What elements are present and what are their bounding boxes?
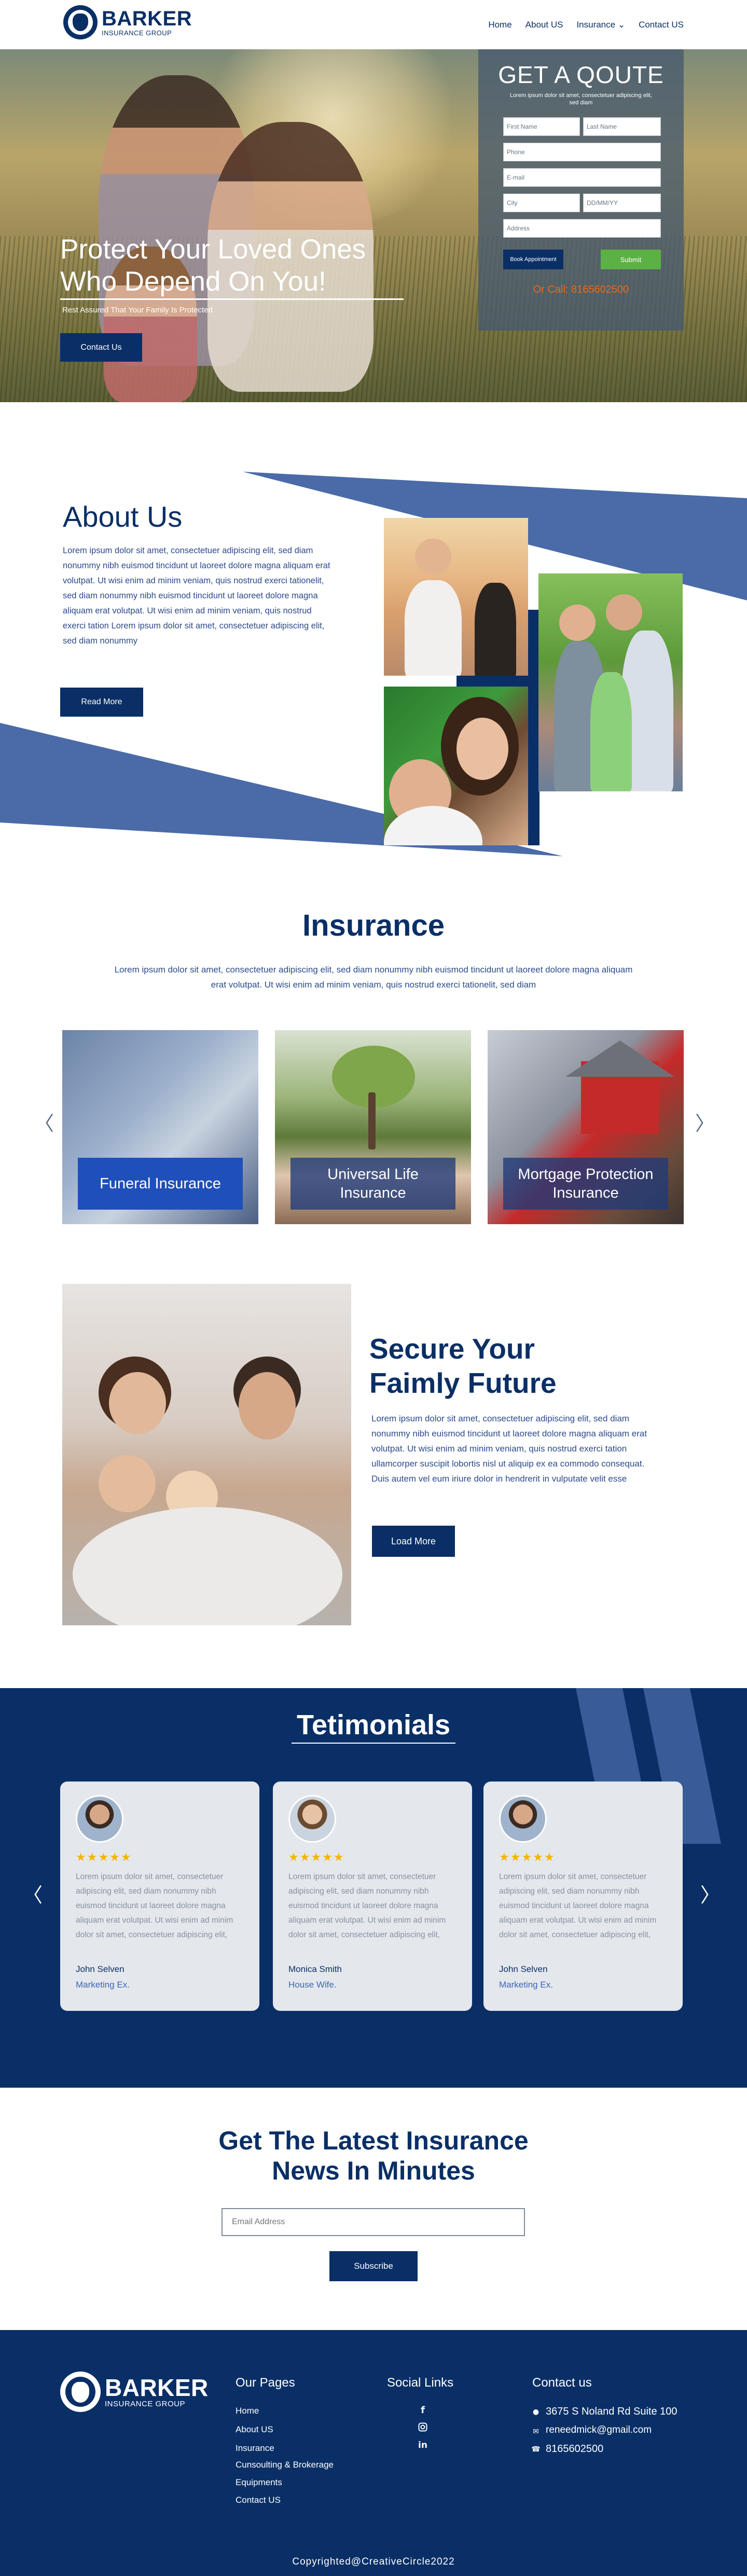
footer-logo[interactable]: BARKER INSURANCE GROUP xyxy=(60,2372,209,2412)
instagram-icon[interactable] xyxy=(417,2422,428,2434)
testimonials-section: Tetimonials 〈 〉 ★★★★★ Lorem ipsum dolor … xyxy=(0,1688,747,2088)
mail-icon: ✉ xyxy=(533,2428,539,2436)
hero-section: Protect Your Loved Ones Who Depend On Yo… xyxy=(0,49,747,402)
city-field[interactable]: City xyxy=(503,194,580,212)
testimonial-card: ★★★★★ Lorem ipsum dolor sit amet, consec… xyxy=(483,1782,683,2011)
nav-about[interactable]: About US xyxy=(525,20,563,30)
insurance-card-label: Funeral Insurance xyxy=(78,1158,243,1210)
footer-pages-title: Our Pages xyxy=(236,2376,295,2390)
linkedin-icon[interactable]: in xyxy=(417,2440,428,2450)
insurance-card-label: Universal Life Insurance xyxy=(290,1158,455,1210)
about-title: About Us xyxy=(63,500,183,533)
footer-link-contact[interactable]: Contact US xyxy=(236,2495,281,2505)
logo-mark-icon xyxy=(63,5,98,39)
testimonials-title: Tetimonials xyxy=(296,1709,451,1741)
nav-insurance[interactable]: Insurance ⌄ xyxy=(576,20,625,30)
load-more-button[interactable]: Load More xyxy=(372,1526,455,1557)
contact-us-button[interactable]: Contact Us xyxy=(60,333,142,362)
testimonial-role: Marketing Ex. xyxy=(76,1980,130,1990)
insurance-card-label: Mortgage Protection Insurance xyxy=(503,1158,668,1210)
about-image-mother-son xyxy=(384,687,528,845)
testimonial-role: Marketing Ex. xyxy=(499,1980,553,1990)
site-footer: BARKER INSURANCE GROUP Our Pages Home Ab… xyxy=(0,2330,747,2576)
footer-email[interactable]: reneedmick@gmail.com xyxy=(546,2424,652,2436)
about-text: Lorem ipsum dolor sit amet, consectetuer… xyxy=(63,546,330,646)
site-header: BARKER INSURANCE GROUP Home About US Ins… xyxy=(0,0,747,49)
hero-title: Protect Your Loved Ones Who Depend On Yo… xyxy=(60,234,366,297)
insurance-card-funeral[interactable]: Funeral Insurance xyxy=(62,1030,258,1224)
footer-link-insurance[interactable]: Insurance xyxy=(236,2443,274,2454)
brand-name: BARKER xyxy=(102,7,192,30)
footer-social-title: Social Links xyxy=(387,2376,454,2390)
book-appointment-button[interactable]: Book Appointment xyxy=(503,250,563,269)
quote-form-subtitle: Lorem ipsum dolor sit amet, consectetuer… xyxy=(510,92,652,106)
footer-contact-title: Contact us xyxy=(532,2376,592,2390)
avatar xyxy=(76,1795,123,1843)
main-nav: Home About US Insurance ⌄ Contact US xyxy=(488,20,684,30)
email-address-input[interactable] xyxy=(222,2208,525,2236)
newsletter-title: Get The Latest Insurance News In Minutes xyxy=(218,2126,529,2185)
copyright-text: Copyrighted@CreativeCircle2022 xyxy=(292,2556,455,2567)
call-number-link[interactable]: Or Call: 8165602500 xyxy=(478,284,684,296)
address-field[interactable]: Address xyxy=(503,219,661,238)
secure-text: Lorem ipsum dolor sit amet, consectetuer… xyxy=(371,1414,647,1484)
footer-link-about[interactable]: About US xyxy=(236,2424,273,2435)
insurance-title: Insurance xyxy=(302,909,445,942)
insurance-subtitle: Lorem ipsum dolor sit amet, consectetuer… xyxy=(114,965,633,990)
testimonial-name: John Selven xyxy=(76,1964,125,1974)
secure-family-image xyxy=(62,1284,351,1625)
first-name-field[interactable]: First Name xyxy=(503,117,580,136)
read-more-button[interactable]: Read More xyxy=(60,688,143,717)
footer-link-consulting[interactable]: Cunsoulting & Brokerage xyxy=(236,2460,334,2470)
secure-title: Secure Your Faimly Future xyxy=(369,1333,557,1399)
avatar xyxy=(288,1795,336,1843)
quote-form-title: GET A QOUTE xyxy=(498,61,664,88)
location-pin-icon: ● xyxy=(532,2408,540,2416)
subscribe-button[interactable]: Subscribe xyxy=(329,2251,418,2281)
nav-home[interactable]: Home xyxy=(488,20,511,30)
last-name-field[interactable]: Last Name xyxy=(583,117,661,136)
testimonial-card: ★★★★★ Lorem ipsum dolor sit amet, consec… xyxy=(60,1782,259,2011)
testimonial-text: Lorem ipsum dolor sit amet, consectetuer… xyxy=(288,1872,446,1939)
quote-form: GET A QOUTE Lorem ipsum dolor sit amet, … xyxy=(478,49,684,331)
hero-title-underline xyxy=(60,298,404,300)
footer-address: 3675 S Noland Rd Suite 100 xyxy=(546,2406,677,2417)
testimonial-role: House Wife. xyxy=(288,1980,337,1990)
insurance-next-icon[interactable]: 〉 xyxy=(695,1107,715,1136)
logo-mark-icon xyxy=(60,2372,101,2412)
testimonial-name: John Selven xyxy=(499,1964,548,1974)
testimonial-text: Lorem ipsum dolor sit amet, consectetuer… xyxy=(499,1872,657,1939)
brand-tagline: INSURANCE GROUP xyxy=(102,29,172,37)
date-field[interactable]: DD/MM/YY xyxy=(583,194,661,212)
testimonial-name: Monica Smith xyxy=(288,1964,342,1974)
testimonials-title-underline xyxy=(292,1743,455,1744)
footer-link-home[interactable]: Home xyxy=(236,2406,259,2416)
phone-icon: ☎ xyxy=(531,2445,541,2454)
insurance-card-mortgage[interactable]: Mortgage Protection Insurance xyxy=(488,1030,684,1224)
rating-stars-icon: ★★★★★ xyxy=(499,1851,556,1864)
rating-stars-icon: ★★★★★ xyxy=(76,1851,132,1864)
submit-button[interactable]: Submit xyxy=(601,250,661,269)
rating-stars-icon: ★★★★★ xyxy=(288,1851,345,1864)
hero-subtitle: Rest Assured That Your Family Is Protect… xyxy=(62,306,213,314)
brand-logo[interactable]: BARKER INSURANCE GROUP xyxy=(63,5,192,39)
about-image-family-beach xyxy=(384,518,528,676)
testimonial-text: Lorem ipsum dolor sit amet, consectetuer… xyxy=(76,1872,233,1939)
phone-field[interactable]: Phone xyxy=(503,143,661,161)
footer-brand-name: BARKER xyxy=(105,2374,209,2401)
about-image-family-park xyxy=(538,573,683,791)
footer-link-equipments[interactable]: Equipments xyxy=(236,2477,282,2488)
testimonials-prev-icon[interactable]: 〈 xyxy=(23,1879,43,1908)
nav-contact[interactable]: Contact US xyxy=(639,20,684,30)
email-field[interactable]: E-mail xyxy=(503,168,661,187)
testimonials-next-icon[interactable]: 〉 xyxy=(700,1879,720,1908)
facebook-icon[interactable]: f xyxy=(417,2405,428,2416)
about-image-accent-2 xyxy=(528,687,540,845)
testimonial-card: ★★★★★ Lorem ipsum dolor sit amet, consec… xyxy=(273,1782,472,2011)
footer-phone[interactable]: 8165602500 xyxy=(546,2443,603,2455)
insurance-prev-icon[interactable]: 〈 xyxy=(34,1107,54,1136)
avatar xyxy=(499,1795,547,1843)
insurance-card-universal-life[interactable]: Universal Life Insurance xyxy=(275,1030,471,1224)
